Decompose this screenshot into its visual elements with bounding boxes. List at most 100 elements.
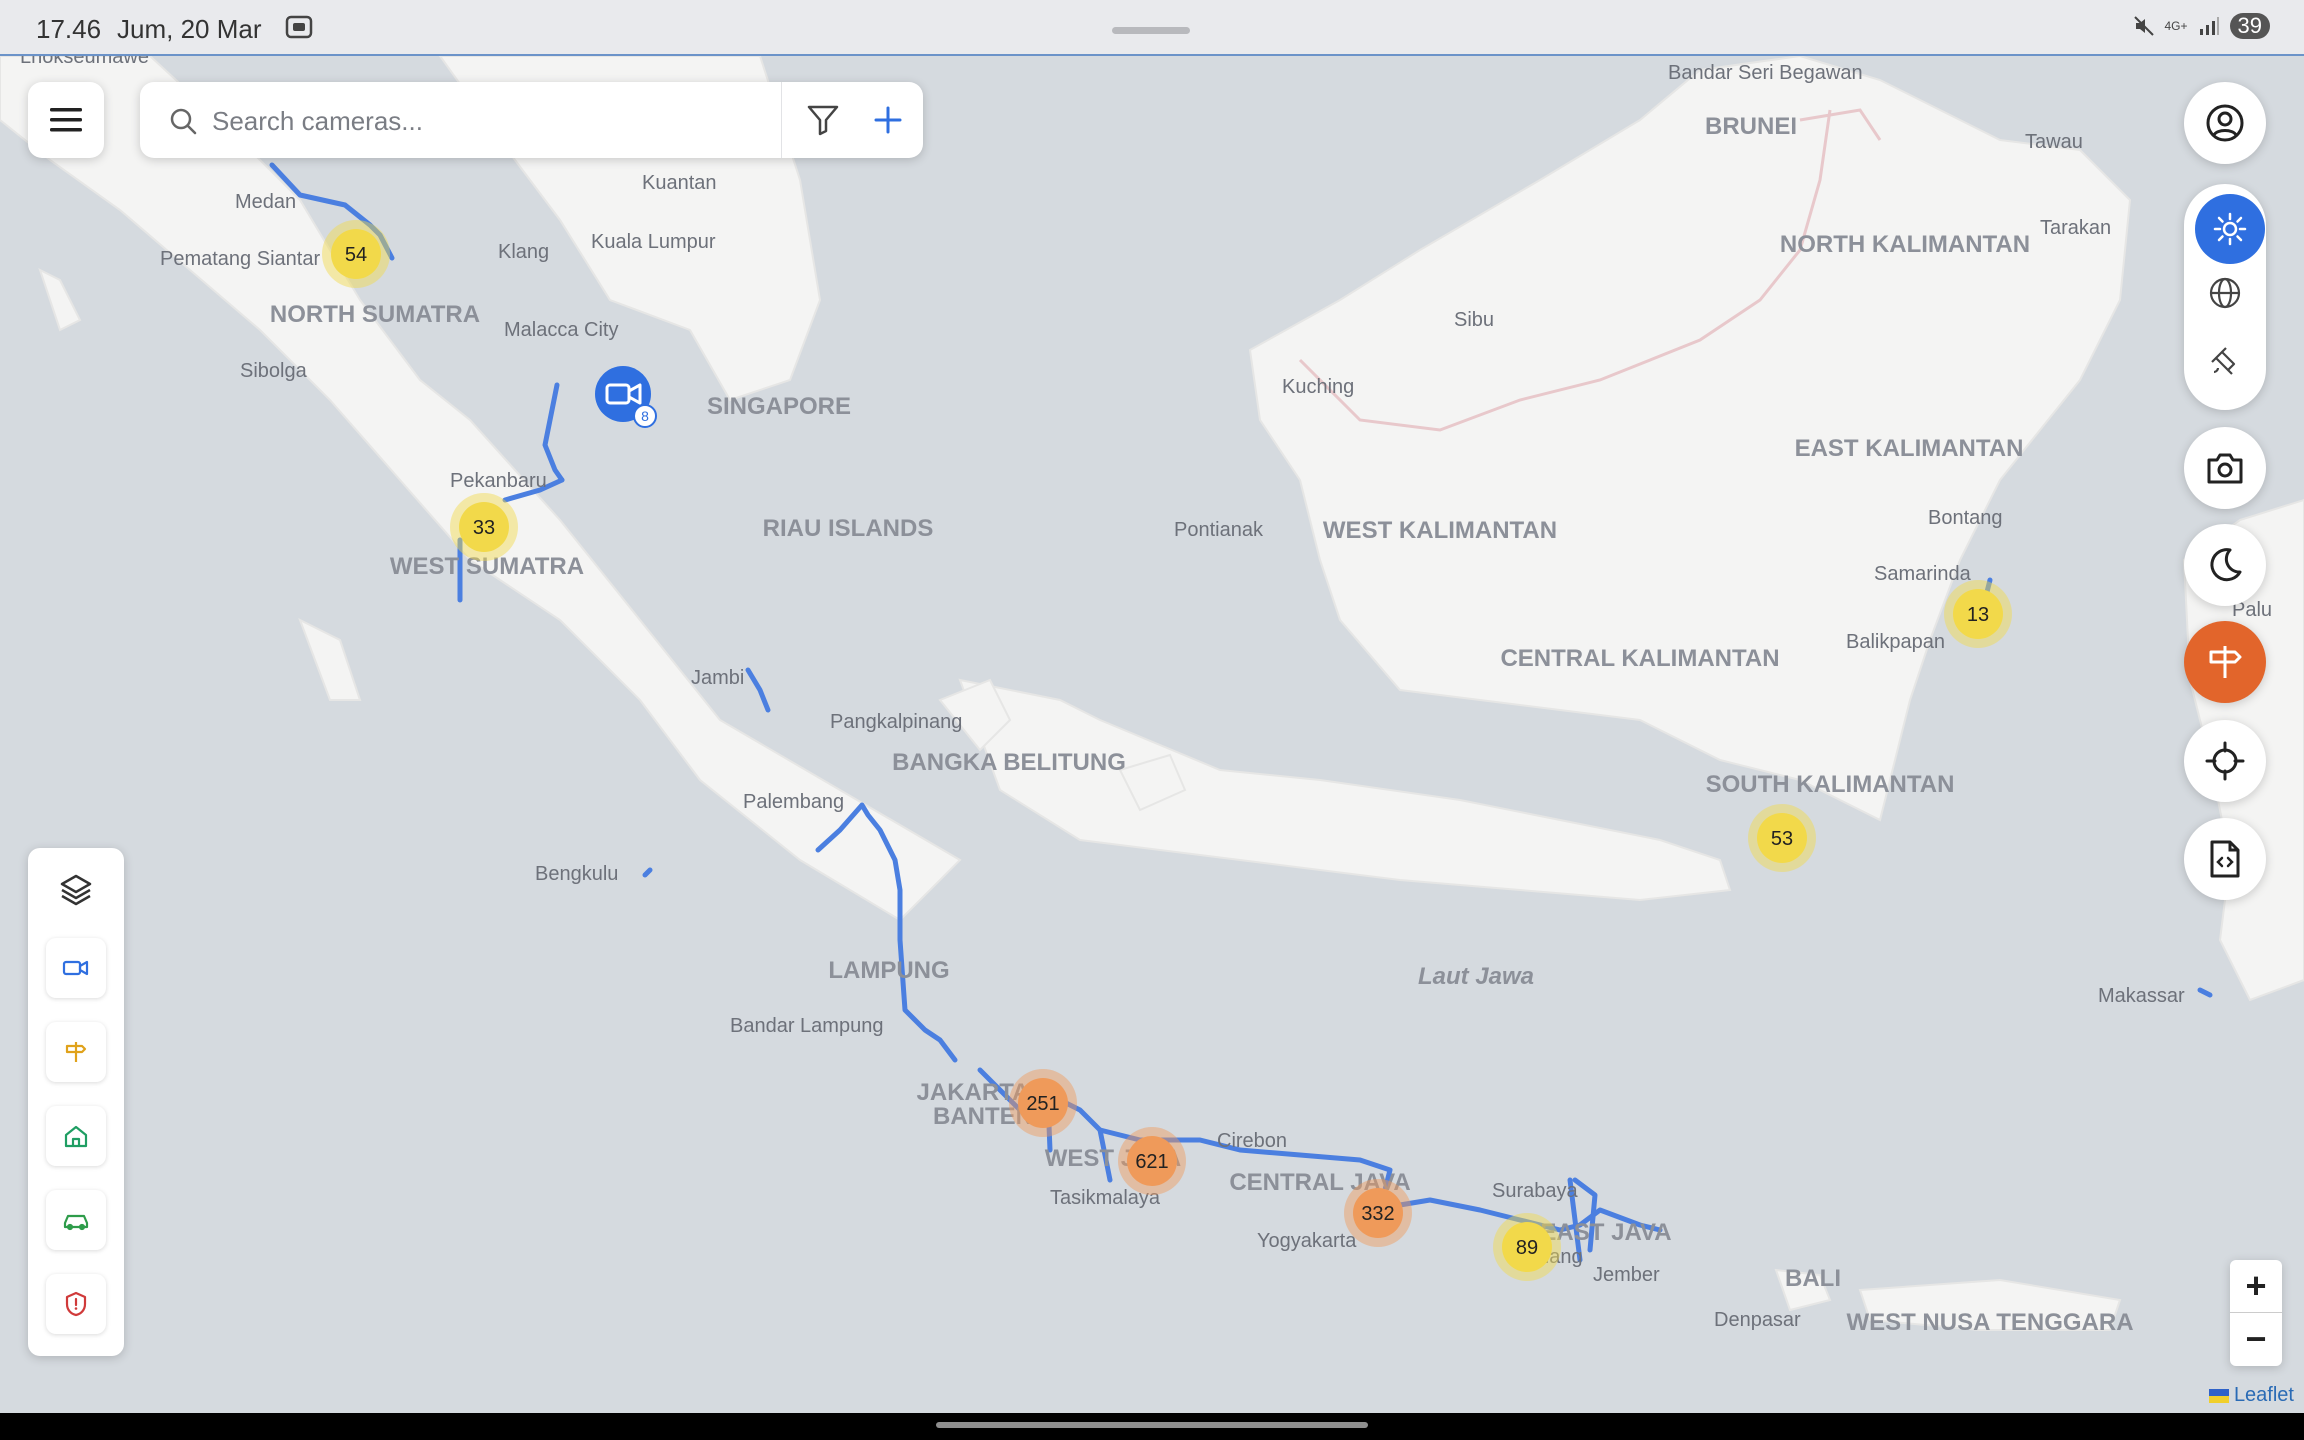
camera-count-badge: 8 bbox=[641, 408, 649, 424]
city-label: Pematang Siantar bbox=[160, 248, 320, 270]
attribution-link[interactable]: Leaflet bbox=[2234, 1384, 2294, 1407]
city-label: Klang bbox=[498, 241, 549, 263]
video-camera-icon bbox=[62, 960, 89, 976]
add-camera-icon[interactable] bbox=[868, 100, 908, 140]
signpost-icon bbox=[65, 1042, 87, 1062]
status-date: Jum, 20 Mar bbox=[117, 14, 262, 44]
cluster-marker[interactable]: 251 bbox=[1009, 1069, 1077, 1137]
city-label: Sibolga bbox=[240, 360, 308, 382]
cluster-count: 54 bbox=[345, 244, 367, 266]
filter-icon[interactable] bbox=[805, 102, 841, 138]
sun-icon bbox=[2213, 212, 2247, 246]
screenshot-icon bbox=[285, 15, 313, 39]
city-label: Surabaya bbox=[1492, 1180, 1578, 1202]
region-label: BALI bbox=[1785, 1265, 1841, 1292]
city-label: Denpasar bbox=[1714, 1309, 1801, 1331]
city-label: Tarakan bbox=[2040, 217, 2111, 239]
roads-layer-button[interactable] bbox=[2184, 621, 2266, 703]
city-label: Jambi bbox=[691, 667, 744, 689]
home-gesture-bar[interactable] bbox=[936, 1422, 1368, 1428]
region-label: EAST KALIMANTAN bbox=[1795, 435, 2024, 462]
city-label: Tawau bbox=[2025, 131, 2083, 153]
locate-icon bbox=[2205, 741, 2245, 781]
drag-handle[interactable] bbox=[1112, 27, 1190, 34]
city-label: Bengkulu bbox=[535, 863, 618, 885]
search-input[interactable] bbox=[210, 96, 714, 146]
city-label: Palembang bbox=[743, 791, 844, 813]
city-label: Pontianak bbox=[1174, 519, 1264, 541]
status-icons: 4G+ 39 bbox=[2133, 13, 2270, 39]
region-label: RIAU ISLANDS bbox=[763, 515, 934, 542]
moon-icon bbox=[2210, 548, 2242, 582]
city-label: Sibu bbox=[1454, 309, 1494, 331]
city-label: Pekanbaru bbox=[450, 470, 547, 492]
buildings-layer-toggle[interactable] bbox=[46, 1106, 106, 1166]
status-bar: 17.46 Jum, 20 Mar 4G+ 39 bbox=[0, 0, 2304, 56]
cameras-layer-toggle[interactable] bbox=[46, 938, 106, 998]
city-label: Medan bbox=[235, 191, 296, 213]
layer-panel bbox=[28, 848, 124, 1356]
cluster-marker[interactable]: 13 bbox=[1944, 580, 2012, 648]
camera-icon bbox=[2207, 453, 2243, 484]
profile-button[interactable] bbox=[2184, 82, 2266, 164]
city-label: Kuantan bbox=[642, 172, 717, 194]
region-label: BRUNEI bbox=[1705, 113, 1797, 140]
globe-icon[interactable] bbox=[2208, 276, 2242, 310]
cluster-count: 89 bbox=[1516, 1237, 1538, 1259]
traffic-layer-toggle[interactable] bbox=[46, 1190, 106, 1250]
mute-icon bbox=[2133, 16, 2154, 36]
incidents-layer-toggle[interactable] bbox=[46, 1274, 106, 1334]
locate-button[interactable] bbox=[2184, 720, 2266, 802]
network-type: 4G+ bbox=[2164, 19, 2188, 33]
signal-icon bbox=[2199, 17, 2219, 35]
cluster-marker[interactable]: 54 bbox=[322, 220, 390, 288]
city-label: Bontang bbox=[1928, 507, 2003, 529]
dark-mode-button[interactable] bbox=[2184, 524, 2266, 606]
search-icon bbox=[170, 108, 197, 135]
map[interactable]: NORTH SUMATRA WEST SUMATRA RIAU ISLANDS … bbox=[0, 0, 2304, 1440]
cluster-marker[interactable]: 621 bbox=[1118, 1127, 1186, 1195]
city-label: Kuala Lumpur bbox=[591, 231, 716, 253]
ukraine-flag-icon bbox=[2208, 1388, 2229, 1403]
region-label: WEST KALIMANTAN bbox=[1323, 517, 1557, 544]
cluster-marker[interactable]: 33 bbox=[450, 493, 518, 561]
light-style-button[interactable] bbox=[2195, 194, 2265, 264]
city-label: Makassar bbox=[2098, 985, 2185, 1007]
zoom-control: + − bbox=[2230, 1260, 2282, 1366]
zoom-in-button[interactable]: + bbox=[2230, 1260, 2282, 1312]
attribution: Leaflet bbox=[2208, 1384, 2294, 1407]
cluster-marker[interactable]: 89 bbox=[1493, 1213, 1561, 1281]
cluster-count: 53 bbox=[1771, 828, 1793, 850]
cluster-count: 13 bbox=[1967, 604, 1989, 626]
city-label: Jember bbox=[1593, 1264, 1660, 1286]
satellite-icon[interactable] bbox=[2208, 344, 2242, 378]
region-label: WEST NUSA TENGGARA bbox=[1846, 1309, 2133, 1336]
layers-button[interactable] bbox=[46, 860, 106, 920]
zoom-out-button[interactable]: − bbox=[2230, 1313, 2282, 1365]
cluster-count: 33 bbox=[473, 517, 495, 539]
hamburger-icon bbox=[50, 108, 82, 132]
cluster-count: 251 bbox=[1026, 1093, 1059, 1115]
cluster-marker[interactable]: 332 bbox=[1344, 1179, 1412, 1247]
home-icon bbox=[64, 1125, 88, 1148]
search-divider bbox=[781, 82, 782, 158]
battery-indicator: 39 bbox=[2229, 13, 2270, 39]
region-label: LAMPUNG bbox=[828, 957, 949, 984]
menu-button[interactable] bbox=[28, 82, 104, 158]
navigation-bar bbox=[0, 1413, 2304, 1440]
snapshot-button[interactable] bbox=[2184, 427, 2266, 509]
city-label: Yogyakarta bbox=[1257, 1230, 1357, 1252]
city-label: Bandar Lampung bbox=[730, 1015, 883, 1037]
status-time: 17.46 bbox=[36, 14, 102, 44]
city-label: Cirebon bbox=[1217, 1130, 1287, 1152]
cluster-marker[interactable]: 53 bbox=[1748, 804, 1816, 872]
city-label: Bandar Seri Begawan bbox=[1668, 62, 1863, 84]
region-label: SOUTH KALIMANTAN bbox=[1706, 771, 1955, 798]
city-label: Kuching bbox=[1282, 376, 1354, 398]
search-bar bbox=[140, 82, 923, 158]
export-button[interactable] bbox=[2184, 818, 2266, 900]
roads-layer-toggle[interactable] bbox=[46, 1022, 106, 1082]
city-label: Malacca City bbox=[504, 319, 618, 341]
map-style-group bbox=[2184, 184, 2266, 410]
city-label: Balikpapan bbox=[1846, 631, 1945, 653]
